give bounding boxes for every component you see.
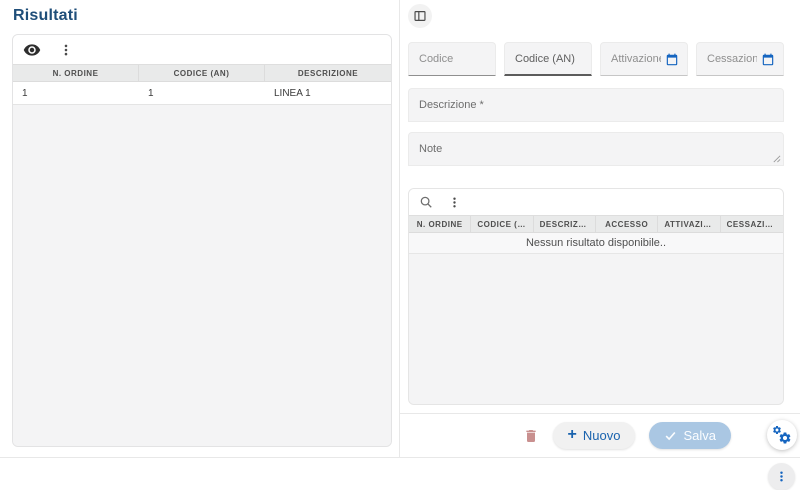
results-card: N. ORDINE CODICE (AN) DESCRIZIONE 1 1 LI… <box>12 34 392 447</box>
eye-icon <box>23 41 41 59</box>
nuovo-button[interactable]: + Nuovo <box>552 422 636 449</box>
trash-icon <box>523 428 539 444</box>
page-title: Risultati <box>13 7 78 24</box>
visibility-button[interactable] <box>23 41 41 59</box>
descrizione-input[interactable] <box>409 89 783 121</box>
empty-state-message: Nessun risultato disponibile.. <box>409 233 783 254</box>
search-icon <box>419 195 433 209</box>
codice-input[interactable] <box>409 43 495 75</box>
results-toolbar <box>13 35 391 64</box>
settings-gears-icon <box>772 425 792 445</box>
plus-icon: + <box>567 426 577 443</box>
results-table-body <box>13 105 391 446</box>
column-header[interactable]: DESCRIZIONE <box>534 216 596 232</box>
search-button[interactable] <box>419 195 433 209</box>
kebab-menu-icon <box>448 196 461 209</box>
action-footer: + Nuovo Salva <box>400 413 800 457</box>
table-row[interactable]: 1 1 LINEA 1 <box>13 82 391 105</box>
detail-results-card: N. ORDINE CODICE (AN) DESCRIZIONE ACCESS… <box>408 188 784 405</box>
results-menu-button[interactable] <box>59 43 73 57</box>
detail-panel: N. ORDINE CODICE (AN) DESCRIZIONE ACCESS… <box>399 0 800 457</box>
codice-an-input[interactable] <box>505 43 591 74</box>
column-header[interactable]: ACCESSO <box>596 216 659 232</box>
nuovo-button-label: Nuovo <box>582 428 621 443</box>
salva-button[interactable]: Salva <box>649 422 731 449</box>
cell-descrizione: LINEA 1 <box>274 87 311 99</box>
cessazione-date-input[interactable] <box>697 43 783 75</box>
cell-codice-an: 1 <box>148 87 154 99</box>
split-view-icon <box>413 9 427 23</box>
column-header[interactable]: DESCRIZIONE <box>265 65 391 81</box>
more-actions-fab[interactable] <box>768 463 795 490</box>
column-header[interactable]: N. ORDINE <box>409 216 472 232</box>
codice-an-field-wrap <box>504 42 592 76</box>
codice-field-wrap <box>408 42 496 76</box>
detail-table-body <box>409 254 783 404</box>
column-header[interactable]: ATTIVAZIONE <box>658 216 721 232</box>
kebab-menu-icon <box>59 43 73 57</box>
check-icon <box>664 429 677 442</box>
delete-button[interactable] <box>523 428 539 444</box>
column-header[interactable]: N. ORDINE <box>13 65 139 81</box>
detail-results-menu-button[interactable] <box>448 196 461 209</box>
attivazione-date-input[interactable] <box>601 43 687 75</box>
descrizione-field-wrap <box>408 88 784 122</box>
detail-results-toolbar <box>409 189 783 215</box>
column-header[interactable]: CODICE (AN) <box>471 216 534 232</box>
note-field-wrap <box>408 132 784 166</box>
column-header[interactable]: CESSAZIONE <box>721 216 783 232</box>
filter-fields-row <box>408 42 784 76</box>
detail-table-header: N. ORDINE CODICE (AN) DESCRIZIONE ACCESS… <box>409 215 783 233</box>
results-panel: Risultati N. ORDINE CODICE (AN) DESCRIZI… <box>0 0 399 457</box>
attivazione-field-wrap <box>600 42 688 76</box>
note-textarea[interactable] <box>409 133 783 165</box>
settings-button[interactable] <box>767 420 797 450</box>
salva-button-label: Salva <box>683 428 716 443</box>
bottom-bar <box>0 457 800 490</box>
cessazione-field-wrap <box>696 42 784 76</box>
column-header[interactable]: CODICE (AN) <box>139 65 265 81</box>
results-table-header: N. ORDINE CODICE (AN) DESCRIZIONE <box>13 64 391 82</box>
cell-n-ordine: 1 <box>22 87 28 99</box>
split-view-button[interactable] <box>408 4 432 28</box>
kebab-menu-icon <box>775 470 788 483</box>
